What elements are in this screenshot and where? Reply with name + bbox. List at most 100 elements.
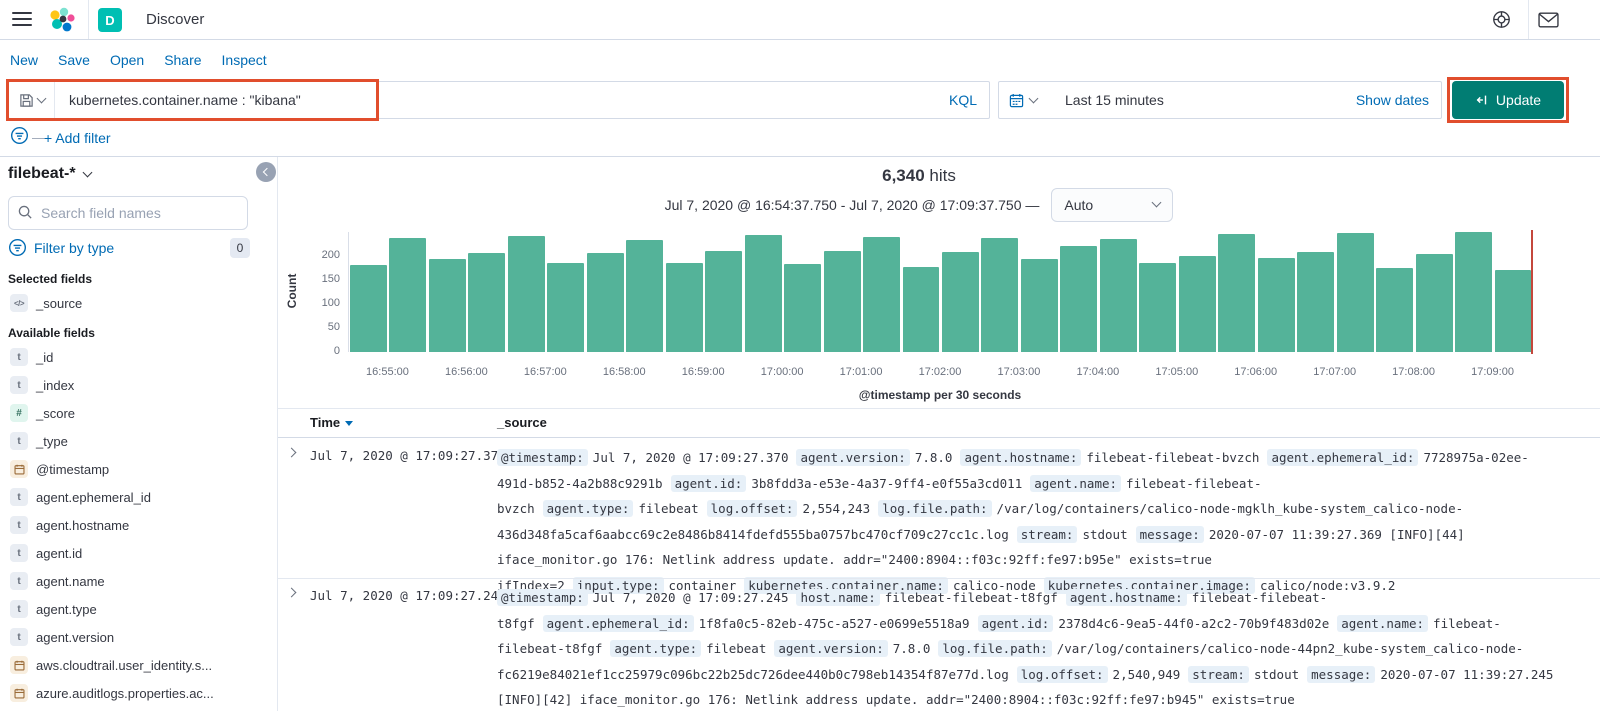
histogram-bar[interactable] (1455, 232, 1493, 352)
x-axis-tick: 16:57:00 (523, 366, 567, 378)
histogram-bar[interactable] (823, 251, 861, 352)
histogram-bar[interactable] (547, 262, 585, 352)
y-axis-tick: 0 (333, 345, 340, 357)
histogram-bar[interactable] (389, 237, 427, 352)
table-top-border (278, 408, 1600, 409)
document-source: @timestamp: Jul 7, 2020 @ 17:09:27.245 hos… (497, 585, 1560, 711)
x-axis-tick: 17:01:00 (839, 366, 883, 378)
histogram-bar[interactable] (1297, 252, 1335, 352)
document-row: Jul 7, 2020 @ 17:09:27.245 @timestamp: Jul… (278, 578, 1600, 711)
x-axis-tick: 16:58:00 (602, 366, 646, 378)
histogram-plot-area (348, 232, 1532, 352)
field-value: 1f8fa0c5-82eb-475c-a527-e0699e5518a9 (698, 615, 970, 631)
x-axis-tick: 17:06:00 (1234, 366, 1278, 378)
y-axis-tick: 150 (321, 273, 340, 285)
field-key-badge: agent.version: (774, 640, 888, 657)
document-row: Jul 7, 2020 @ 17:09:27.370 @timestamp: Jul… (278, 438, 1600, 594)
field-value: filebeat (638, 501, 699, 516)
field-value: stdout (1082, 526, 1128, 542)
x-axis-tick: 16:56:00 (444, 366, 488, 378)
field-key-badge: @timestamp: (497, 589, 588, 606)
field-key-badge: agent.type: (610, 640, 702, 657)
x-axis-tick: 17:07:00 (1313, 366, 1357, 378)
x-axis-tick: 17:00:00 (760, 366, 804, 378)
histogram-bar[interactable] (1099, 238, 1137, 352)
x-axis-tick: 17:08:00 (1392, 366, 1436, 378)
expand-row-icon[interactable] (286, 447, 297, 458)
histogram-bar[interactable] (626, 240, 664, 352)
field-key-badge: log.file.path: (938, 640, 1052, 657)
field-key-badge: agent.name: (1337, 614, 1429, 632)
y-axis-tick: 50 (327, 321, 340, 333)
source-column-header: _source (497, 415, 547, 430)
document-time: Jul 7, 2020 @ 17:09:27.370 (310, 448, 506, 463)
histogram-bar[interactable] (1060, 245, 1098, 352)
histogram-bar[interactable] (863, 236, 901, 352)
document-time: Jul 7, 2020 @ 17:09:27.245 (310, 588, 506, 603)
field-value: filebeat-filebeat-bvzch (1086, 450, 1260, 465)
field-key-badge: agent.hostname: (1065, 589, 1187, 606)
histogram-bar[interactable] (942, 252, 979, 352)
field-value: 7.8.0 (914, 450, 953, 465)
histogram-bar[interactable] (784, 263, 822, 352)
x-axis-label: @timestamp per 30 seconds (858, 388, 1022, 402)
histogram-bar[interactable] (1139, 263, 1177, 352)
y-axis-tick: 100 (321, 297, 340, 309)
field-value: 2,540,949 (1112, 666, 1181, 682)
histogram-bar[interactable] (428, 259, 466, 352)
field-key-badge: stream: (1016, 525, 1078, 543)
time-column-label: Time (310, 415, 341, 430)
histogram-bar[interactable] (586, 252, 624, 352)
field-key-badge: agent.version: (796, 449, 910, 466)
y-axis-tick: 200 (321, 249, 340, 261)
field-key-badge: agent.ephemeral_id: (542, 614, 694, 632)
expand-row-icon[interactable] (286, 587, 297, 598)
document-source: @timestamp: Jul 7, 2020 @ 17:09:27.370 age… (497, 445, 1560, 598)
histogram-bar[interactable] (1494, 270, 1532, 352)
sort-descending-icon (345, 421, 354, 426)
field-key-badge: stream: (1188, 665, 1249, 683)
field-key-badge: agent.id: (977, 614, 1054, 632)
histogram-bar[interactable] (1376, 267, 1414, 352)
time-column-header[interactable]: Time (310, 415, 354, 430)
histogram-bar[interactable] (902, 266, 940, 352)
field-value: 3b8fdd3a-e53e-4a37-9ff4-e0f55a3cd011 (751, 475, 1023, 491)
y-axis-label: Count (285, 273, 299, 309)
field-value: 2378d4c6-9ea5-44f0-a2c2-70b9f483d02e (1058, 615, 1330, 631)
histogram-bar[interactable] (665, 262, 703, 352)
field-value: filebeat-filebeat-t8fgf (884, 590, 1058, 605)
field-key-badge: log.offset: (706, 500, 798, 517)
histogram-bar[interactable] (507, 235, 545, 352)
field-value: stdout (1253, 666, 1300, 682)
x-axis-tick: 17:02:00 (918, 366, 962, 378)
histogram-bar[interactable] (1178, 256, 1216, 352)
x-axis-tick: 17:09:00 (1471, 366, 1514, 378)
field-value: 7.8.0 (892, 641, 931, 656)
field-key-badge: message: (1135, 525, 1204, 543)
x-axis-tick: 17:04:00 (1076, 366, 1120, 378)
field-value: 2,554,243 (802, 501, 871, 516)
histogram-bar[interactable] (744, 235, 782, 352)
histogram-bar[interactable] (1020, 259, 1058, 352)
x-axis-tick: 16:59:00 (681, 366, 725, 378)
histogram-bar[interactable] (981, 237, 1019, 352)
field-key-badge: host.name: (796, 589, 880, 606)
histogram-bar[interactable] (1218, 234, 1256, 352)
histogram-bar[interactable] (350, 265, 387, 352)
kibana-discover-page: D Discover NewSaveOpenShareInspect KQL L… (0, 0, 1600, 711)
histogram-bar[interactable] (1415, 253, 1453, 352)
field-value: filebeat (706, 641, 767, 656)
field-key-badge: agent.ephemeral_id: (1267, 449, 1419, 466)
histogram-bar[interactable] (1257, 257, 1295, 352)
field-value: Jul 7, 2020 @ 17:09:27.370 (592, 450, 789, 465)
current-time-marker (1531, 230, 1533, 354)
histogram-bar[interactable] (1336, 232, 1374, 352)
x-axis-tick: 17:05:00 (1155, 366, 1199, 378)
field-key-badge: agent.hostname: (960, 449, 1082, 466)
histogram-bar[interactable] (468, 252, 506, 352)
field-key-badge: agent.id: (670, 474, 747, 492)
histogram-bar[interactable] (705, 251, 743, 352)
field-key-badge: agent.name: (1030, 474, 1122, 492)
field-key-badge: agent.type: (542, 500, 634, 517)
x-axis-tick: 16:55:00 (366, 366, 409, 378)
